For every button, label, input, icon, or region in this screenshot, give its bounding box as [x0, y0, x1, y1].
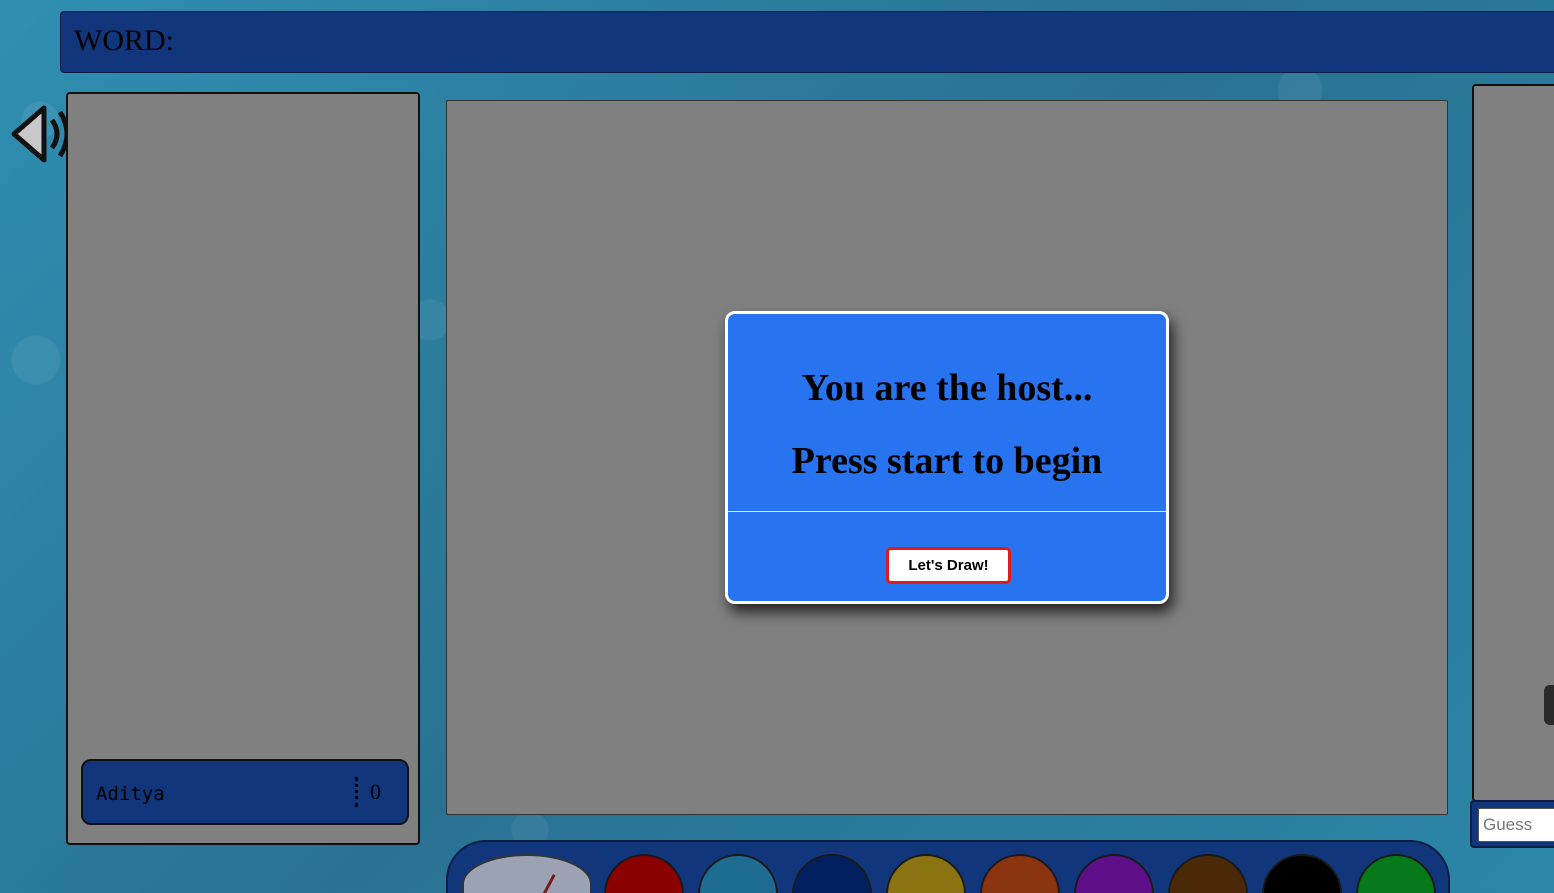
color-swatch-red[interactable]: [604, 854, 684, 893]
color-swatch-olive-yellow[interactable]: [886, 854, 966, 893]
color-swatch-navy[interactable]: [792, 854, 872, 893]
player-name: Aditya: [96, 783, 165, 805]
lets-draw-button[interactable]: Let's Draw!: [886, 547, 1011, 584]
color-swatch-teal[interactable]: [698, 854, 778, 893]
players-panel: Aditya 0: [66, 92, 420, 845]
color-swatch-brown[interactable]: [1168, 854, 1248, 893]
brush-size-needle: [534, 873, 556, 893]
player-card: Aditya 0: [81, 759, 409, 825]
chat-panel: [1472, 84, 1554, 802]
guess-input[interactable]: [1478, 808, 1554, 842]
word-bar: WORD:: [60, 11, 1554, 73]
color-swatch-black[interactable]: [1262, 854, 1342, 893]
color-palette: [446, 840, 1450, 893]
color-swatch-purple[interactable]: [1074, 854, 1154, 893]
player-score: 0: [370, 779, 381, 804]
player-separator: [355, 777, 358, 807]
chat-scroll-handle[interactable]: [1544, 685, 1554, 725]
modal-host-message: You are the host...: [801, 367, 1093, 409]
color-swatch-green[interactable]: [1356, 854, 1436, 893]
color-swatch-orange[interactable]: [980, 854, 1060, 893]
host-start-modal: You are the host... Press start to begin…: [725, 311, 1169, 604]
word-label: WORD:: [74, 24, 174, 57]
guess-box: [1470, 800, 1554, 848]
brush-size-dial-icon[interactable]: [462, 854, 592, 893]
modal-divider: [728, 511, 1166, 512]
modal-start-message: Press start to begin: [791, 440, 1103, 482]
